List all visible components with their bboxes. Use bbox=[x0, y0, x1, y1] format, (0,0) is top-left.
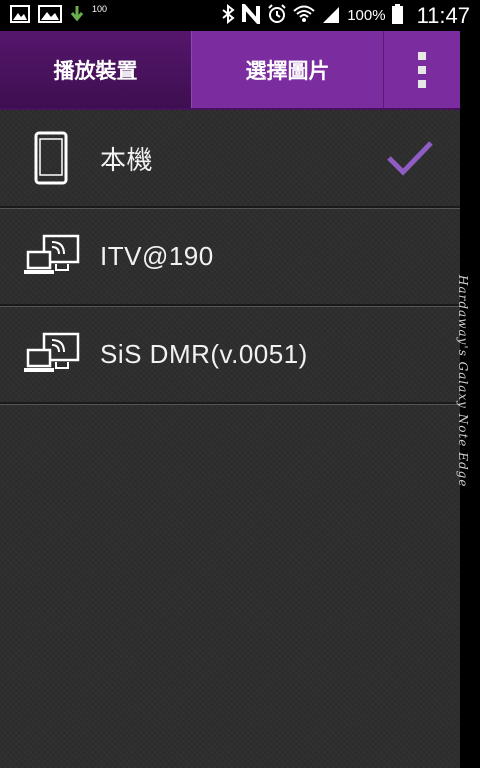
tab-select-image-label: 選擇圖片 bbox=[245, 58, 330, 83]
battery-percent: 100% bbox=[347, 7, 386, 24]
cast-device-icon bbox=[20, 234, 82, 278]
clock: 11:47 bbox=[416, 2, 470, 28]
device-list: 本機 ITV@190 SiS DMR(v.0051) bbox=[0, 110, 460, 404]
tab-playback-device-label: 播放裝置 bbox=[53, 58, 138, 83]
device-row-sis-dmr[interactable]: SiS DMR(v.0051) bbox=[0, 306, 460, 404]
phone-icon bbox=[20, 131, 82, 185]
wifi-icon bbox=[293, 5, 315, 27]
device-row-itv[interactable]: ITV@190 bbox=[0, 208, 460, 306]
app-content: 播放裝置 選擇圖片 本機 ITV@190 SiS DMR(v.0051) bbox=[0, 31, 460, 768]
overflow-dot bbox=[418, 65, 426, 74]
checkmark-icon bbox=[386, 140, 434, 180]
bluetooth-icon bbox=[221, 3, 235, 28]
tab-select-image[interactable]: 選擇圖片 bbox=[191, 31, 383, 108]
device-label: 本機 bbox=[100, 144, 154, 175]
alarm-icon bbox=[267, 3, 287, 28]
overflow-menu-button[interactable] bbox=[383, 31, 460, 108]
battery-icon bbox=[391, 3, 403, 28]
tab-bar: 播放裝置 選擇圖片 bbox=[0, 31, 460, 110]
watermark-text: Hardaway's Galaxy Note Edge bbox=[456, 275, 470, 488]
nfc-icon bbox=[241, 0, 261, 28]
gallery-notification-icon bbox=[38, 4, 62, 27]
device-label: ITV@190 bbox=[100, 240, 214, 271]
download-notification-icon bbox=[70, 4, 84, 28]
image-notification-icon bbox=[10, 4, 30, 27]
device-label: SiS DMR(v.0051) bbox=[100, 338, 308, 369]
device-row-local[interactable]: 本機 bbox=[0, 110, 460, 208]
cast-device-icon bbox=[20, 332, 82, 376]
overflow-dot bbox=[418, 51, 426, 60]
status-bar: 100 100% 11:47 bbox=[0, 0, 480, 31]
tab-playback-device[interactable]: 播放裝置 bbox=[0, 31, 191, 108]
overflow-dot bbox=[418, 79, 426, 88]
signal-icon bbox=[321, 5, 341, 27]
notification-badge: 100 bbox=[92, 3, 108, 14]
